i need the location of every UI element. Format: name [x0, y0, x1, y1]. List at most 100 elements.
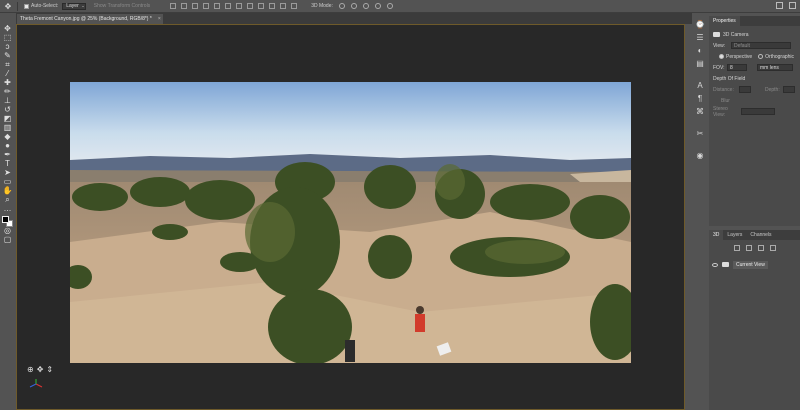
properties-icon[interactable]: ☰: [696, 33, 705, 42]
dolly-camera-icon[interactable]: ⇕: [46, 365, 53, 374]
fov-unit-dropdown[interactable]: mm lens: [757, 64, 793, 71]
properties-tab[interactable]: Properties: [709, 16, 740, 26]
landscape-photo: [70, 82, 631, 363]
auto-select-dropdown[interactable]: Layer: [62, 2, 86, 10]
view-dropdown[interactable]: Default: [731, 42, 791, 49]
glyphs-icon[interactable]: ⌘: [696, 107, 705, 116]
blur-icon[interactable]: ◆: [3, 133, 13, 141]
healing-brush-icon[interactable]: ✚: [3, 79, 13, 87]
distribute-bottom-icon[interactable]: [258, 3, 265, 9]
properties-panel: Properties 3D Camera View: Default Persp…: [709, 16, 800, 226]
tools-panel: ✥ ⬚ ↄ ✎ ⌗ ⁄ ✚ ✏ ⊥ ↺ ◩ ▥ ◆ ● ✒ T ➤ ▭ ✋ ⌕ …: [0, 24, 15, 244]
camera-icon: [722, 262, 729, 267]
more-tools-icon[interactable]: …: [3, 205, 13, 213]
search-icon[interactable]: [776, 2, 783, 9]
layer-name: Current View: [733, 260, 768, 269]
whole-scene-icon[interactable]: [733, 245, 740, 251]
brush-icon[interactable]: ✏: [3, 88, 13, 96]
canvas-area[interactable]: ⊕ ✥ ⇕: [16, 24, 685, 410]
path-select-icon[interactable]: ➤: [3, 169, 13, 177]
color-swatches[interactable]: [1, 216, 14, 228]
visibility-eye-icon[interactable]: [712, 262, 718, 267]
align-hcenter-icon[interactable]: [214, 3, 221, 9]
align-bottom-icon[interactable]: [192, 3, 199, 9]
foreground-color-swatch[interactable]: [1, 216, 9, 224]
3d-icon[interactable]: ◉: [696, 151, 705, 160]
history-brush-icon[interactable]: ↺: [3, 106, 13, 114]
marquee-icon[interactable]: ⬚: [3, 34, 13, 42]
adjustments-icon[interactable]: ◐: [696, 46, 705, 55]
materials-icon[interactable]: [757, 245, 764, 251]
history-icon[interactable]: ⌚: [695, 20, 705, 29]
properties-panel-tabs: Properties: [709, 16, 800, 26]
3d-layers-panel: 3D Layers Channels Current View: [709, 230, 800, 410]
quick-mask-icon[interactable]: ◎: [3, 226, 13, 235]
tab-layers[interactable]: Layers: [723, 230, 746, 240]
distribute-left-icon[interactable]: [269, 3, 276, 9]
tab-channels[interactable]: Channels: [746, 230, 775, 240]
distribute-top-icon[interactable]: [236, 3, 243, 9]
show-transform-checkbox[interactable]: Show Transform Controls: [94, 3, 150, 9]
quick-select-icon[interactable]: ✎: [3, 52, 13, 60]
auto-select-label: Auto-Select:: [31, 3, 59, 9]
tools-presets-icon[interactable]: ✂: [696, 129, 705, 138]
crop-icon[interactable]: ⌗: [3, 61, 13, 69]
libraries-icon[interactable]: ▤: [696, 59, 705, 68]
blur-row: Blur: [709, 96, 800, 105]
workspace-icon[interactable]: [789, 2, 796, 9]
pan-camera-icon[interactable]: ✥: [37, 365, 44, 374]
auto-select-checkbox[interactable]: Auto-Select:: [24, 3, 58, 9]
align-vcenter-icon[interactable]: [181, 3, 188, 9]
pan-icon[interactable]: [362, 3, 369, 9]
character-icon[interactable]: A: [696, 81, 705, 90]
align-left-icon[interactable]: [203, 3, 210, 9]
screen-mode-icon[interactable]: ▢: [3, 235, 13, 244]
projection-row: Perspective Orthographic: [709, 52, 800, 61]
document-tab[interactable]: Theta Fremont Canyon.jpg @ 25% (Backgrou…: [17, 14, 163, 24]
3d-axis-widget[interactable]: ⊕ ✥ ⇕: [27, 365, 53, 374]
align-right-icon[interactable]: [225, 3, 232, 9]
options-bar: ✥ Auto-Select: Layer Show Transform Cont…: [0, 0, 800, 13]
close-tab-icon[interactable]: ×: [158, 16, 161, 22]
orthographic-radio[interactable]: [758, 54, 764, 59]
zoom-icon[interactable]: ⌕: [3, 196, 13, 204]
gradient-icon[interactable]: ▥: [3, 124, 13, 132]
pen-icon[interactable]: ✒: [3, 151, 13, 159]
checkbox-box[interactable]: [24, 3, 29, 9]
camera-section-header: 3D Camera: [709, 30, 800, 39]
clone-stamp-icon[interactable]: ⊥: [3, 97, 13, 105]
eraser-icon[interactable]: ◩: [3, 115, 13, 123]
move-icon[interactable]: ✥: [3, 24, 13, 33]
distribute-vcenter-icon[interactable]: [247, 3, 254, 9]
depth-label: Depth:: [765, 86, 780, 93]
lights-icon[interactable]: [769, 245, 776, 251]
fov-input[interactable]: 8: [727, 64, 747, 71]
scale-icon[interactable]: [386, 3, 393, 9]
divider: [17, 1, 18, 11]
distribute-hcenter-icon[interactable]: [280, 3, 287, 9]
tab-3d[interactable]: 3D: [709, 230, 724, 240]
align-top-icon[interactable]: [170, 3, 177, 9]
camera-icon: [713, 32, 720, 37]
stereo-view-dropdown[interactable]: [741, 108, 775, 115]
view-row: View: Default: [709, 41, 800, 50]
roll-icon[interactable]: [350, 3, 357, 9]
distance-input[interactable]: [739, 86, 751, 93]
list-item[interactable]: Current View: [709, 260, 800, 269]
distribute-right-icon[interactable]: [291, 3, 298, 9]
eyedropper-icon[interactable]: ⁄: [3, 70, 13, 78]
lasso-icon[interactable]: ↄ: [3, 43, 13, 51]
move-tool-icon[interactable]: ✥: [3, 1, 13, 11]
hand-icon[interactable]: ✋: [3, 187, 13, 195]
meshes-icon[interactable]: [745, 245, 752, 251]
perspective-radio[interactable]: [719, 54, 724, 59]
paragraph-icon[interactable]: ¶: [696, 94, 705, 103]
depth-input[interactable]: [783, 86, 795, 93]
section-title: 3D Camera: [723, 31, 749, 38]
dodge-icon[interactable]: ●: [3, 142, 13, 150]
type-icon[interactable]: T: [3, 160, 13, 168]
slide-icon[interactable]: [374, 3, 381, 9]
orbit-camera-icon[interactable]: ⊕: [27, 365, 34, 374]
depth-of-field-header: Depth Of Field: [709, 74, 800, 83]
orbit-icon[interactable]: [338, 3, 345, 9]
